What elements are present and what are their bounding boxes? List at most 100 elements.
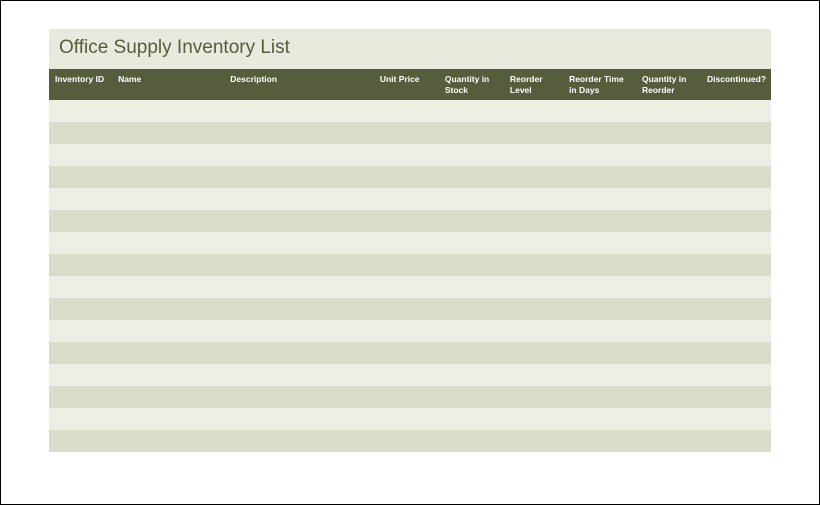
table-cell[interactable] [49, 232, 112, 254]
table-cell[interactable] [225, 430, 375, 452]
table-cell[interactable] [112, 100, 224, 122]
table-cell[interactable] [49, 364, 112, 386]
table-cell[interactable] [702, 100, 771, 122]
table-cell[interactable] [49, 254, 112, 276]
table-cell[interactable] [702, 298, 771, 320]
table-cell[interactable] [564, 276, 637, 298]
table-cell[interactable] [225, 254, 375, 276]
table-cell[interactable] [702, 276, 771, 298]
table-cell[interactable] [112, 342, 224, 364]
table-cell[interactable] [702, 254, 771, 276]
table-cell[interactable] [49, 210, 112, 232]
table-row[interactable] [49, 144, 771, 166]
table-cell[interactable] [225, 166, 375, 188]
table-cell[interactable] [225, 188, 375, 210]
table-cell[interactable] [112, 122, 224, 144]
table-cell[interactable] [702, 320, 771, 342]
table-row[interactable] [49, 386, 771, 408]
table-cell[interactable] [564, 408, 637, 430]
table-cell[interactable] [112, 210, 224, 232]
table-cell[interactable] [702, 188, 771, 210]
table-cell[interactable] [505, 276, 564, 298]
table-cell[interactable] [225, 122, 375, 144]
table-row[interactable] [49, 232, 771, 254]
table-cell[interactable] [564, 210, 637, 232]
table-cell[interactable] [505, 320, 564, 342]
table-cell[interactable] [637, 320, 702, 342]
table-cell[interactable] [439, 188, 504, 210]
table-row[interactable] [49, 430, 771, 452]
table-cell[interactable] [225, 210, 375, 232]
table-cell[interactable] [505, 210, 564, 232]
table-cell[interactable] [439, 320, 504, 342]
table-row[interactable] [49, 254, 771, 276]
table-row[interactable] [49, 122, 771, 144]
table-cell[interactable] [637, 408, 702, 430]
table-cell[interactable] [112, 298, 224, 320]
table-cell[interactable] [225, 408, 375, 430]
table-cell[interactable] [374, 100, 439, 122]
table-cell[interactable] [637, 276, 702, 298]
table-cell[interactable] [439, 144, 504, 166]
table-cell[interactable] [505, 364, 564, 386]
table-cell[interactable] [564, 386, 637, 408]
table-cell[interactable] [505, 430, 564, 452]
table-cell[interactable] [112, 320, 224, 342]
table-row[interactable] [49, 276, 771, 298]
table-cell[interactable] [637, 122, 702, 144]
table-cell[interactable] [439, 364, 504, 386]
table-row[interactable] [49, 320, 771, 342]
table-cell[interactable] [225, 342, 375, 364]
table-cell[interactable] [225, 320, 375, 342]
table-cell[interactable] [439, 254, 504, 276]
table-cell[interactable] [49, 100, 112, 122]
table-cell[interactable] [505, 342, 564, 364]
table-cell[interactable] [112, 144, 224, 166]
table-row[interactable] [49, 100, 771, 122]
table-cell[interactable] [49, 188, 112, 210]
table-cell[interactable] [564, 100, 637, 122]
table-cell[interactable] [439, 298, 504, 320]
table-cell[interactable] [112, 166, 224, 188]
table-cell[interactable] [637, 364, 702, 386]
table-cell[interactable] [505, 408, 564, 430]
table-row[interactable] [49, 166, 771, 188]
table-row[interactable] [49, 298, 771, 320]
table-cell[interactable] [112, 188, 224, 210]
table-cell[interactable] [505, 122, 564, 144]
table-cell[interactable] [225, 100, 375, 122]
table-cell[interactable] [225, 298, 375, 320]
table-cell[interactable] [702, 232, 771, 254]
table-cell[interactable] [112, 232, 224, 254]
table-cell[interactable] [439, 408, 504, 430]
table-cell[interactable] [564, 342, 637, 364]
table-cell[interactable] [49, 144, 112, 166]
table-cell[interactable] [49, 408, 112, 430]
table-cell[interactable] [49, 320, 112, 342]
table-cell[interactable] [49, 166, 112, 188]
table-cell[interactable] [225, 232, 375, 254]
table-cell[interactable] [564, 188, 637, 210]
table-cell[interactable] [637, 232, 702, 254]
table-cell[interactable] [374, 342, 439, 364]
table-cell[interactable] [637, 386, 702, 408]
table-cell[interactable] [225, 364, 375, 386]
table-cell[interactable] [564, 254, 637, 276]
table-cell[interactable] [374, 144, 439, 166]
table-cell[interactable] [374, 166, 439, 188]
table-cell[interactable] [505, 298, 564, 320]
table-cell[interactable] [374, 122, 439, 144]
table-cell[interactable] [112, 364, 224, 386]
table-cell[interactable] [439, 166, 504, 188]
table-cell[interactable] [374, 276, 439, 298]
table-cell[interactable] [374, 232, 439, 254]
table-cell[interactable] [702, 342, 771, 364]
table-cell[interactable] [505, 254, 564, 276]
table-cell[interactable] [637, 254, 702, 276]
table-cell[interactable] [564, 430, 637, 452]
table-cell[interactable] [374, 430, 439, 452]
table-cell[interactable] [112, 430, 224, 452]
table-cell[interactable] [505, 188, 564, 210]
table-cell[interactable] [637, 298, 702, 320]
table-cell[interactable] [112, 276, 224, 298]
